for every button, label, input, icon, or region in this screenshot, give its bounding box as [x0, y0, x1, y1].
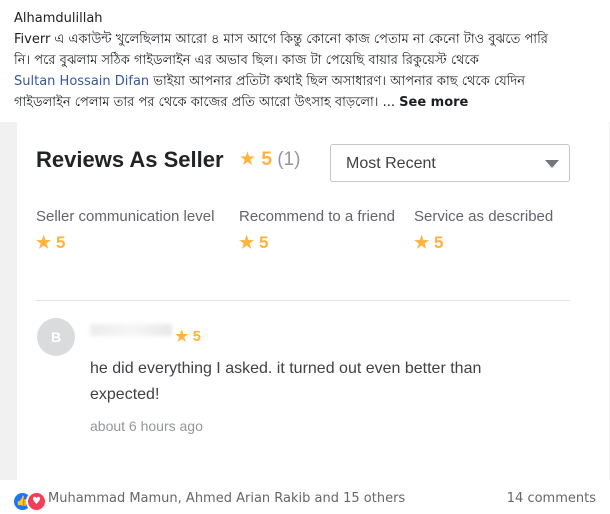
category-rating: ★ 5 — [414, 234, 554, 251]
review-rating-value: 5 — [192, 328, 201, 345]
see-more-link[interactable]: See more — [399, 95, 468, 110]
review-count: (1) — [277, 149, 301, 170]
category-label: Service as described — [414, 208, 554, 225]
category-rating-value: 5 — [55, 233, 66, 252]
post-line-2: Fiverr এ একাউন্ট খুলেছিলাম আরো ৪ মাস আগে… — [14, 32, 548, 47]
star-icon: ★ — [239, 233, 255, 252]
avatar[interactable]: B — [37, 318, 75, 356]
post-line-3: নি। পরে বুঝলাম সঠিক গাইডলাইন এর অভাব ছিল… — [14, 53, 479, 68]
category-label: Recommend to a friend — [239, 208, 395, 225]
post-line-4-rest: ভাইয়া আপনার প্রতিটা কথাই ছিল অসাধারণ। আ… — [149, 74, 525, 89]
love-reaction-icon[interactable]: ♥ — [26, 491, 47, 512]
category-rating: ★ 5 — [36, 234, 226, 251]
post-line-4: Sultan Hossain Difan ভাইয়া আপনার প্রতিট… — [14, 71, 602, 92]
star-icon: ★ — [239, 149, 257, 170]
category-label: Seller communication level — [36, 208, 215, 225]
review-text: he did everything I asked. it turned out… — [90, 360, 482, 403]
sort-select[interactable]: Most Recent — [330, 144, 570, 182]
category-service: Service as described ★ 5 — [414, 208, 554, 251]
star-icon: ★ — [175, 328, 189, 345]
mention-link[interactable]: Sultan Hossain Difan — [14, 74, 149, 89]
reviews-card: Reviews As Seller ★ 5 (1) Most Recent Se… — [17, 122, 609, 480]
post-line-5-text: গাইডলাইন পেলাম তার পর থেকে কাজের প্রতি আ… — [14, 95, 395, 110]
blurred-username — [90, 324, 172, 336]
category-recommend: Recommend to a friend ★ 5 — [239, 208, 399, 251]
divider — [36, 300, 570, 301]
post-footer: 👍 ♥ Muhammad Mamun, Ahmed Arian Rakib an… — [0, 482, 610, 514]
comments-link[interactable]: 14 comments — [507, 491, 596, 506]
sort-select-value: Most Recent — [346, 155, 436, 172]
post-line-1: Alhamdulillah — [14, 11, 103, 26]
shared-screenshot[interactable]: Reviews As Seller ★ 5 (1) Most Recent Se… — [0, 122, 610, 480]
reactors-link[interactable]: Muhammad Mamun, Ahmed Arian Rakib and 15… — [48, 491, 405, 506]
star-icon: ★ — [36, 233, 52, 252]
category-rating-value: 5 — [258, 233, 269, 252]
post-text: Alhamdulillah Fiverr এ একাউন্ট খুলেছিলাম… — [14, 8, 602, 113]
chevron-down-icon — [545, 160, 559, 168]
reviews-title-text: Reviews As Seller — [36, 147, 224, 172]
category-communication: Seller communication level ★ 5 — [36, 208, 226, 251]
star-icon: ★ — [414, 233, 430, 252]
reviews-title: Reviews As Seller — [36, 147, 224, 173]
review-rating: ★ 5 — [175, 327, 201, 345]
review-time: about 6 hours ago — [90, 418, 203, 434]
overall-rating: ★ 5 (1) — [239, 148, 300, 171]
overall-rating-value: 5 — [261, 149, 272, 170]
post-line-5: গাইডলাইন পেলাম তার পর থেকে কাজের প্রতি আ… — [14, 92, 602, 113]
category-rating-value: 5 — [433, 233, 444, 252]
category-rating: ★ 5 — [239, 234, 399, 251]
